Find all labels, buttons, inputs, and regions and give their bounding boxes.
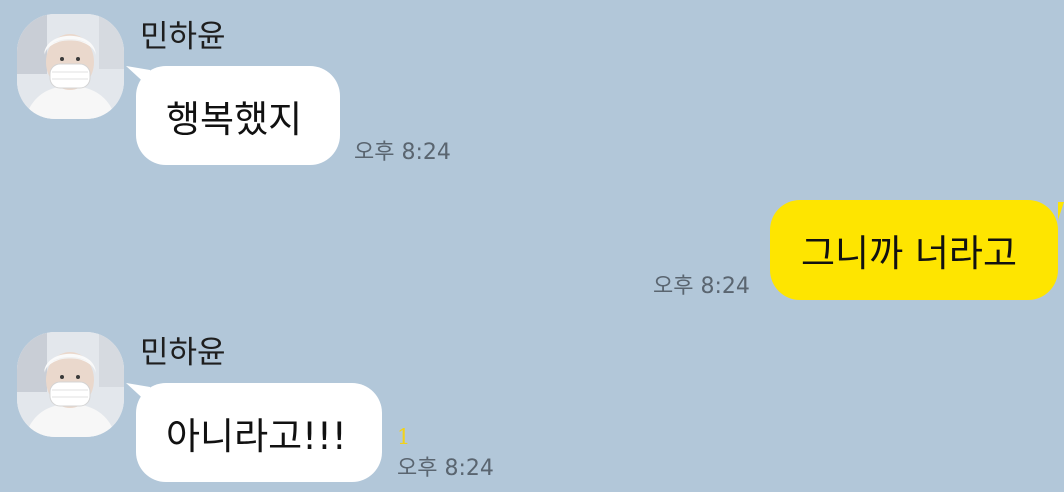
received-message-bubble[interactable]: 아니라고!!! — [136, 383, 382, 482]
avatar-photo — [17, 14, 124, 119]
received-message-bubble[interactable]: 행복했지 — [136, 66, 340, 165]
sender-avatar[interactable] — [17, 14, 124, 119]
sender-name: 민하윤 — [140, 335, 226, 371]
unread-count: 1 — [397, 425, 411, 449]
bubble-tail — [1058, 202, 1064, 220]
message-time: 오후 8:24 — [354, 140, 451, 165]
sent-message-bubble[interactable]: 그니까 너라고 — [770, 200, 1058, 300]
message-time: 오후 8:24 — [653, 274, 750, 299]
message-text: 아니라고!!! — [166, 414, 347, 458]
message-text: 그니까 너라고 — [801, 232, 1018, 275]
avatar-photo — [17, 332, 124, 437]
message-text: 행복했지 — [166, 97, 303, 141]
sender-name: 민하윤 — [140, 19, 226, 55]
sender-avatar[interactable] — [17, 332, 124, 437]
message-time: 오후 8:24 — [397, 456, 494, 481]
